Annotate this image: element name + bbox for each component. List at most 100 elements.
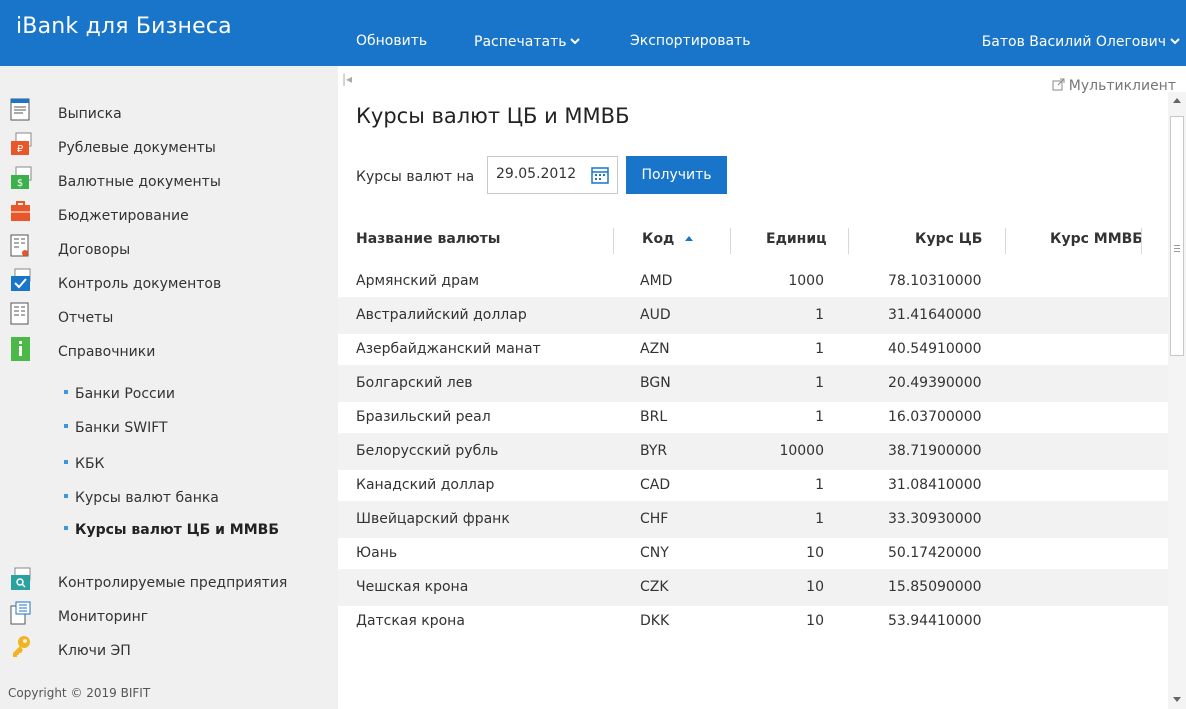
multiclient-label: Мультиклиент [1068,78,1176,94]
sidebar: Выписка ₽ Рублевые документы $ Валютные … [0,66,338,709]
multiclient-link[interactable]: Мультиклиент [1052,78,1176,95]
cell-name: Бразильский реал [356,409,491,425]
user-menu[interactable]: Батов Василий Олегович [982,33,1180,50]
sidebar-item-directories[interactable]: Справочники [0,337,338,368]
app-title: iBank для Бизнеса [16,14,232,39]
cell-cb-rate: 31.41640000 [888,307,982,323]
cell-name: Юань [356,545,398,561]
column-header-code[interactable]: Код [642,231,694,247]
currency-documents-icon: $ [10,166,32,190]
page-title: Курсы валют ЦБ и ММВБ [356,104,630,128]
external-link-icon [1052,78,1065,95]
cell-name: Чешская крона [356,579,469,595]
column-separator [1005,228,1006,254]
sidebar-item-ep-keys[interactable]: Ключи ЭП [0,636,338,667]
copyright-text: Copyright © 2019 BIFIT [8,686,151,700]
cell-units: 10000 [779,443,824,459]
table-row[interactable]: Канадский доллар CAD 1 31.08410000 [338,467,1168,504]
svg-text:$: $ [17,178,23,189]
table-row[interactable]: Армянский драм AMD 1000 78.10310000 [338,263,1168,300]
table-row[interactable]: Юань CNY 10 50.17420000 [338,535,1168,572]
cell-code: DKK [640,613,670,629]
user-name: Батов Василий Олегович [981,34,1166,50]
sidebar-item-document-control[interactable]: Контроль документов [0,268,338,300]
cell-name: Австралийский доллар [356,307,527,323]
sidebar-subitem-cb-mmvb-rates[interactable]: Курсы валют ЦБ и ММВБ [64,522,279,544]
sidebar-subitem-swift-banks[interactable]: Банки SWIFT [64,420,168,442]
sidebar-subitem-label: Курсы валют ЦБ и ММВБ [75,522,280,538]
table-row[interactable]: Азербайджанский манат AZN 1 40.54910000 [338,331,1168,368]
table-row[interactable]: Австралийский доллар AUD 1 31.41640000 [338,297,1168,334]
cell-units: 10 [806,613,824,629]
sidebar-item-monitoring[interactable]: Мониторинг [0,601,338,633]
print-menu[interactable]: Распечатать [474,33,581,50]
scrollbar-thumb[interactable] [1170,116,1184,356]
cell-name: Азербайджанский манат [356,341,541,357]
sidebar-item-statement[interactable]: Выписка [0,98,338,130]
controlled-enterprises-icon [10,567,32,591]
sidebar-item-ruble-documents[interactable]: ₽ Рублевые документы [0,132,338,164]
cell-cb-rate: 33.30930000 [888,511,982,527]
rates-table: Название валюты Код Единиц Курс ЦБ Курс … [338,218,1168,709]
print-menu-label: Распечатать [474,34,567,50]
chevron-down-icon [570,33,581,49]
cell-units: 1 [815,375,824,391]
date-input[interactable] [496,166,586,182]
scroll-up-arrow[interactable] [1173,98,1181,103]
column-separator [848,228,849,254]
get-rates-button[interactable]: Получить [626,156,727,194]
grip-icon [1174,245,1180,252]
refresh-button[interactable]: Обновить [356,33,427,49]
cell-code: CNY [640,545,669,561]
budget-icon [10,200,32,224]
sidebar-item-label: Справочники [58,344,156,360]
cell-name: Канадский доллар [356,477,495,493]
table-row[interactable]: Болгарский лев BGN 1 20.49390000 [338,365,1168,402]
sidebar-item-currency-documents[interactable]: $ Валютные документы [0,166,338,198]
sidebar-item-budget[interactable]: Бюджетирование [0,201,338,232]
sidebar-item-contracts[interactable]: Договоры [0,234,338,266]
sidebar-item-label: Контроль документов [58,276,222,292]
cell-units: 1 [815,341,824,357]
column-separator [1141,228,1142,254]
sidebar-item-reports[interactable]: Отчеты [0,302,338,334]
vertical-scrollbar[interactable] [1168,92,1186,709]
table-row[interactable]: Швейцарский франк CHF 1 33.30930000 [338,501,1168,538]
column-header-units[interactable]: Единиц [766,231,827,247]
cell-units: 10 [806,545,824,561]
sidebar-subitem-bank-rates[interactable]: Курсы валют банка [64,490,219,512]
calendar-icon[interactable] [591,166,609,188]
sort-ascending-icon [685,236,694,241]
sidebar-item-controlled-enterprises[interactable]: Контролируемые предприятия [0,567,338,599]
statement-icon [10,98,32,122]
column-header-code-label: Код [642,231,675,247]
sidebar-subitem-russian-banks[interactable]: Банки России [64,386,175,408]
cell-name: Армянский драм [356,273,480,289]
table-row[interactable]: Датская крона DKK 10 53.94410000 [338,603,1168,640]
ruble-documents-icon: ₽ [10,132,32,156]
rates-date-label: Курсы валют на [356,169,475,185]
bullet-icon [64,460,68,464]
column-header-cb-rate[interactable]: Курс ЦБ [915,231,982,247]
column-header-name[interactable]: Название валюты [356,231,500,247]
cell-cb-rate: 50.17420000 [888,545,982,561]
top-bar: iBank для Бизнеса Обновить Распечатать Э… [0,0,1186,66]
cell-units: 1000 [788,273,824,289]
date-field[interactable] [487,156,618,194]
cell-units: 1 [815,511,824,527]
sidebar-subitem-kbk[interactable]: КБК [64,456,104,478]
cell-code: CAD [640,477,671,493]
scroll-down-arrow[interactable] [1173,697,1181,702]
sidebar-item-label: Ключи ЭП [58,643,131,659]
collapse-sidebar-handle[interactable]: |◂ [342,72,352,86]
table-row[interactable]: Бразильский реал BRL 1 16.03700000 [338,399,1168,436]
export-button[interactable]: Экспортировать [630,33,750,49]
column-header-mmvb-rate[interactable]: Курс ММВБ [1050,231,1143,247]
table-row[interactable]: Белорусский рубль BYR 10000 38.71900000 [338,433,1168,470]
cell-code: BYR [640,443,668,459]
sidebar-item-label: Рублевые документы [58,140,216,156]
cell-name: Болгарский лев [356,375,473,391]
reports-icon [10,302,32,326]
table-row[interactable]: Чешская крона CZK 10 15.85090000 [338,569,1168,606]
cell-code: AUD [640,307,671,323]
